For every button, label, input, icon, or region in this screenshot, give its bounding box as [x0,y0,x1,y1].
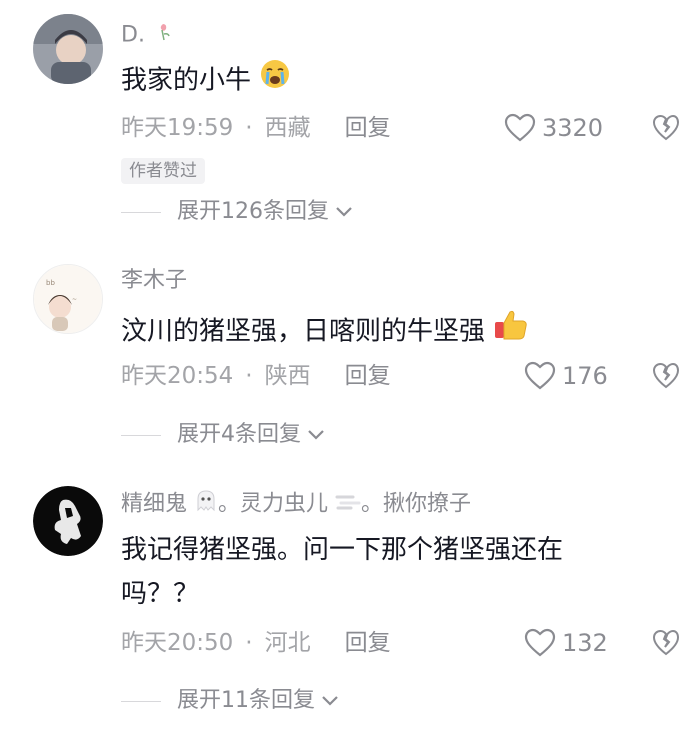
like-button[interactable]: 3320 [504,113,603,143]
comment-location: 西藏 [264,115,311,141]
like-button[interactable]: 176 [524,361,608,391]
reply-button[interactable]: 回复 [345,363,391,389]
broken-heart-icon [652,114,680,141]
comment-item: 精细鬼 。灵力虫儿 。揪你撩子 我记得猪坚强。问一下那个猪坚强还在 吗？？ 昨天… [0,470,696,744]
comment-text: 我家的小牛 [121,58,661,104]
ghost-emoji-icon [194,488,218,521]
chevron-down-icon [308,430,324,440]
thumbs-up-emoji-icon [493,308,529,356]
expand-replies-button[interactable]: 展开126条回复 [121,197,353,227]
heart-outline-icon [524,361,556,390]
divider [121,211,161,213]
dislike-button[interactable] [652,629,680,657]
avatar[interactable]: bb ~ [33,264,103,334]
like-count: 132 [562,629,608,657]
reply-button[interactable]: 回复 [345,115,391,141]
author-liked-badge: 作者赞过 [121,158,205,184]
like-count: 3320 [542,114,604,142]
comment-meta: 昨天20:54 · 陕西 回复 [121,363,391,389]
like-button[interactable]: 132 [524,628,608,658]
comment-text: 汶川的猪坚强，日喀则的牛坚强 [121,308,661,356]
divider [121,700,161,702]
broken-heart-icon [652,629,680,656]
crying-face-emoji-icon [259,58,291,104]
comment-location: 陕西 [264,363,311,389]
comment-item: D. 我家的小牛 昨天19:59 · 西藏 回复 3320 作者赞过 展开126… [0,0,696,240]
dislike-button[interactable] [652,362,680,390]
comment-username[interactable]: 精细鬼 。灵力虫儿 。揪你撩子 [121,488,471,521]
expand-replies-button[interactable]: 展开4条回复 [121,420,325,450]
mist-emoji-icon [335,490,361,520]
broken-heart-icon [652,362,680,389]
heart-outline-icon [504,113,536,142]
svg-text:~: ~ [72,296,77,303]
svg-text:bb: bb [46,279,55,287]
comment-username[interactable]: 李木子 [121,266,187,296]
comment-meta: 昨天20:50 · 河北 回复 [121,630,391,656]
comment-time: 昨天19:59 [121,115,234,141]
avatar[interactable] [33,486,103,556]
comment-item: bb ~ 李木子 汶川的猪坚强，日喀则的牛坚强 昨天20:54 · 陕西 回复 176 [0,240,696,470]
comment-time: 昨天20:54 [121,363,234,389]
chevron-down-icon [322,696,338,706]
reply-button[interactable]: 回复 [345,630,391,656]
heart-outline-icon [524,628,556,657]
divider [121,434,161,436]
avatar[interactable] [33,14,103,84]
flower-emoji-icon [152,20,174,51]
comment-meta: 昨天19:59 · 西藏 回复 [121,115,391,141]
comment-username[interactable]: D. [121,20,174,51]
chevron-down-icon [336,207,352,217]
like-count: 176 [562,362,608,390]
comment-time: 昨天20:50 [121,630,234,656]
dislike-button[interactable] [652,114,680,142]
comment-location: 河北 [264,630,311,656]
expand-replies-button[interactable]: 展开11条回复 [121,686,339,716]
comment-text: 我记得猪坚强。问一下那个猪坚强还在 吗？？ [121,535,564,609]
